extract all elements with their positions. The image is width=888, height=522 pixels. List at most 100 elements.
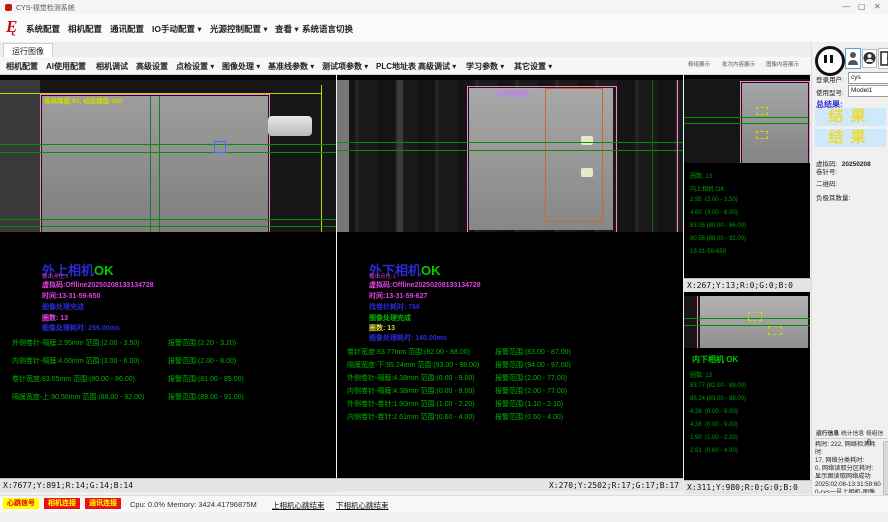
model-label: 使用型号: <box>816 87 844 97</box>
model-value-field[interactable]: Model1 <box>848 85 888 97</box>
menu-comm-config[interactable]: 通讯配置 <box>110 23 144 35</box>
mid-cam-turns: 圈数: 13 <box>369 323 395 333</box>
thumb2-yellow-mark-2 <box>768 326 782 335</box>
thumb-top-panel: 圈数: 13 内上相机 OK 2.95 (2.00 - 3.50) 4.60 (… <box>684 75 810 278</box>
thumb-bottom-line-0: 圈数: 13 <box>690 370 712 379</box>
thumb-bottom-line-2: 95.24 (93.00 - 98.00) <box>690 396 746 402</box>
pause-icon <box>824 55 827 63</box>
pause-button[interactable] <box>815 46 845 76</box>
thumb-top-line-6: 13-31-59-650 <box>690 249 726 255</box>
status-bar: 心跳信号 相机连接 通讯连接 Cpu: 0.0% Memory: 3424.41… <box>0 495 888 512</box>
menu-camera-config[interactable]: 相机配置 <box>68 23 102 35</box>
tool-test-params[interactable]: 测试项参数 ▾ <box>322 61 368 72</box>
menu-io-manual[interactable]: IO手动配置 ▾ <box>152 23 202 35</box>
thumb-bottom-line-5: 1.90 (1.00 - 2.20) <box>690 435 738 441</box>
close-icon[interactable]: ✕ <box>874 2 881 11</box>
mid-camera-image[interactable]: A1使用相机 <box>337 80 683 232</box>
menu-language-switch[interactable]: 系统语言切换 <box>302 23 353 35</box>
mid-alarm-2: 报警范围:(2.00 - 77.00) <box>495 373 567 383</box>
thumb-top-line-5: 90.56 (88.00 - 92.00) <box>690 236 746 242</box>
pause-icon <box>830 55 833 63</box>
left-camera-panel: 卷高阈值:93, 动态阈值:100 外上相机OK 输出点位:1 虚拟码:Offl… <box>0 75 336 478</box>
tool-camera-debug[interactable]: 相机调试 <box>96 61 128 72</box>
threshold-label: 卷高阈值:93, 动态阈值:100 <box>44 95 122 105</box>
thumb-top-line-0: 圈数: 13 <box>690 171 712 180</box>
thumb-tab-image-display[interactable]: 图像内容展示 <box>766 60 799 68</box>
thumb-top-line-2: 2.95 (2.00 - 3.50) <box>690 197 738 203</box>
left-measure-0: 外侧卷针-隔膜:2.95mm 范围:(2.00 - 3.50) <box>12 338 140 348</box>
tool-adv-debug[interactable]: 高级调试 ▾ <box>418 61 456 72</box>
lower-cam-heartbeat-link[interactable]: 下相机心跳结束 <box>336 500 389 511</box>
mid-cam-elapsed: 图像处理耗时: 140.00ms <box>369 333 447 343</box>
left-alarm-2: 报警范围:(81.00 - 85.00) <box>168 374 244 384</box>
thumb-top-coord-bar: X:267;Y:13;R:0;G:0;B:0 <box>684 278 813 292</box>
user-button-active[interactable] <box>845 48 861 69</box>
log-tab-stats[interactable]: 统计信息 <box>841 428 864 437</box>
log-tab-bar: 运行信息 统计信息 极组信息 <box>814 428 887 439</box>
mid-measure-1: 隔膜宽度-下:95.24mm 范围:(93.00 - 98.00) <box>347 360 479 370</box>
mid-measure-3: 内侧卷针-隔膜:4.38mm 范围:(0.00 - 9.00) <box>347 386 475 396</box>
login-label: 登录用户: <box>816 74 844 84</box>
menu-bar: Ę 系统配置 相机配置 通讯配置 IO手动配置 ▾ 光源控制配置 ▾ 查看 ▾ … <box>0 14 888 43</box>
tool-ai-config[interactable]: AI使用配置 <box>46 61 86 72</box>
thumb-tab-batch-display[interactable]: 批次内容展示 <box>722 60 755 68</box>
brand-logo: Ę <box>6 17 17 37</box>
thumb-bottom-line-1: 83.77 (82.00 - 88.00) <box>690 383 746 389</box>
tool-adv-settings[interactable]: 高级设置 <box>136 61 168 72</box>
qr-label: 二维码: <box>816 178 837 188</box>
bright-spot-2 <box>581 168 593 177</box>
menu-view[interactable]: 查看 ▾ <box>275 23 299 35</box>
mid-alarm-0: 报警范围:(83.00 - 87.00) <box>495 347 571 357</box>
tool-camera-config[interactable]: 相机配置 <box>6 61 38 72</box>
maximize-icon[interactable]: ▢ <box>858 2 866 11</box>
mid-alarm-3: 报警范围:(2.00 - 77.00) <box>495 386 567 396</box>
thumb-bottom-image[interactable] <box>684 296 810 348</box>
tool-plc-table[interactable]: PLC地址表 <box>376 61 416 72</box>
thumb-bottom-ok: 内下相机 OK <box>692 354 738 365</box>
result-box-1: 结果 <box>815 108 886 126</box>
thumb-bottom-line-6: 2.61 (0.60 - 4.00) <box>690 448 738 454</box>
tool-image-proc[interactable]: 图像处理 ▾ <box>222 61 260 72</box>
mid-alarm-4: 报警范围:(1.10 - 2.10) <box>495 399 563 409</box>
minimize-icon[interactable]: — <box>842 2 850 11</box>
log-tab-run[interactable]: 运行信息 <box>816 428 839 437</box>
left-coord-bar: X:7677;Y:891;R:14;G:14;B:14 <box>0 478 339 492</box>
login-value-field[interactable]: cys <box>848 72 888 84</box>
roi-orange-box <box>545 88 603 222</box>
logout-icon <box>879 49 888 68</box>
mid-cam-needle-time: 找卷针耗时: 766 <box>369 302 420 312</box>
mid-camera-label: A1使用相机 <box>495 88 529 98</box>
thumb-top-image[interactable] <box>684 79 810 163</box>
left-camera-image[interactable]: 卷高阈值:93, 动态阈值:100 <box>0 80 336 232</box>
left-cam-done: 图像处理完成 <box>42 302 84 312</box>
run-log-text: 耗时: 222, 网络检测耗时: 17, 网络分类耗时: 0, 网络读取分区耗时… <box>815 441 881 493</box>
left-cam-ok: OK <box>94 263 114 278</box>
mid-coord-bar: X:270;Y:2502;R:17;G:17;B:17 <box>337 478 683 491</box>
left-cam-barcode: 虚拟码:Offline20250208133134728 <box>42 280 154 290</box>
thumb-top-line-1: 内上相机 OK <box>690 184 724 193</box>
left-alarm-1: 报警范围:(2.00 - 8.00) <box>168 356 236 366</box>
menu-light-control[interactable]: 光源控制配置 ▾ <box>210 23 268 35</box>
tool-learn-params[interactable]: 学习参数 ▾ <box>466 61 504 72</box>
logout-button[interactable] <box>878 48 888 69</box>
mid-measure-0: 卷针宽度:83.77mm 范围:(82.00 - 88.00) <box>347 347 470 357</box>
user-button-dark[interactable] <box>862 49 877 68</box>
tool-baseline[interactable]: 基准线参数 ▾ <box>268 61 314 72</box>
tool-spot-check[interactable]: 点检设置 ▾ <box>176 61 214 72</box>
upper-cam-heartbeat-link[interactable]: 上相机心跳结束 <box>272 500 325 511</box>
thumb2-yellow-mark-1 <box>748 312 762 321</box>
menu-system-config[interactable]: 系统配置 <box>26 23 60 35</box>
log-scrollbar[interactable] <box>883 441 888 495</box>
tool-other-settings[interactable]: 其它设置 ▾ <box>514 61 552 72</box>
tab-strip: 运行图像 <box>0 42 888 58</box>
thumb-yellow-mark-1 <box>756 107 768 115</box>
roller-object <box>268 116 312 136</box>
thumb-tab-group-display[interactable]: 极组展示 <box>688 60 710 68</box>
camera-link-badge: 相机连接 <box>44 498 80 509</box>
heartbeat-badge: 心跳信号 <box>3 498 39 509</box>
left-cam-sub: 输出点位:1 <box>42 272 69 280</box>
detect-marker <box>214 141 226 153</box>
left-alarm-3: 报警范围:(89.00 - 91.00) <box>168 392 244 402</box>
cpu-memory-text: Cpu: 0.0% Memory: 3424.41796875M <box>130 500 257 509</box>
needle-no-label: 卷针号: <box>816 166 837 176</box>
